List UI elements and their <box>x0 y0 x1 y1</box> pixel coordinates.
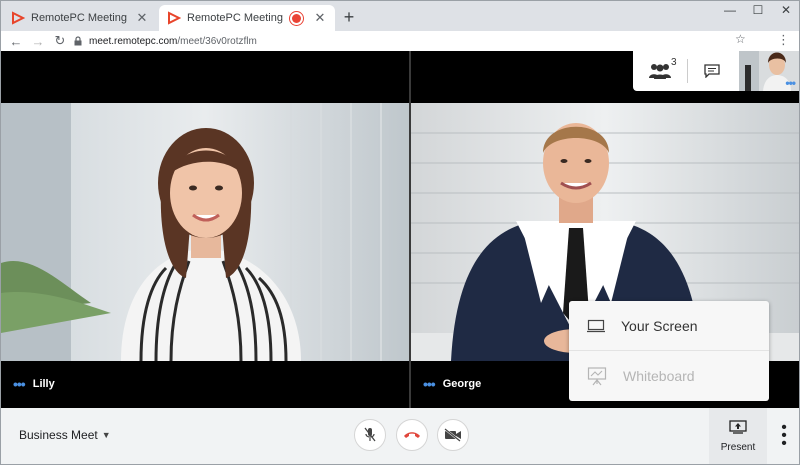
maximize-icon[interactable]: ☐ <box>745 3 771 21</box>
meeting-controls-bar: Business Meet ▼ Present • • • <box>1 408 799 464</box>
meeting-name-dropdown[interactable]: Business Meet ▼ <box>19 428 111 442</box>
address-bar[interactable]: meet.remotepc.com/meet/36v0rotzflm <box>73 33 763 49</box>
present-your-screen-option[interactable]: Your Screen <box>569 301 769 351</box>
browser-tab-active[interactable]: RemotePC Meeting ✕ <box>159 5 335 31</box>
participant-name-label: ••• George <box>423 376 481 392</box>
present-menu: Your Screen Whiteboard <box>569 301 769 401</box>
present-button[interactable]: Present <box>709 408 767 464</box>
close-icon[interactable]: ✕ <box>135 10 149 26</box>
meeting-top-panel: 3 ••• <box>633 51 799 91</box>
hang-up-icon <box>404 432 420 438</box>
participant-name-label: ••• Lilly <box>13 376 55 392</box>
forward-arrow-icon[interactable]: → <box>27 34 49 49</box>
meeting-name: Business Meet <box>19 428 98 442</box>
tab-title: RemotePC Meeting <box>31 12 127 24</box>
window-close-icon[interactable]: ✕ <box>773 3 799 21</box>
present-screen-icon <box>729 419 747 434</box>
audio-activity-icon: ••• <box>13 376 26 392</box>
lock-icon <box>74 36 82 46</box>
end-call-button[interactable] <box>396 419 428 451</box>
remotepc-logo-icon <box>12 11 25 25</box>
back-arrow-icon[interactable]: ← <box>5 34 27 49</box>
camera-off-icon <box>444 428 461 442</box>
participant-name: George <box>442 378 482 390</box>
browser-tab[interactable]: RemotePC Meeting ✕ <box>3 5 157 31</box>
menu-item-label: Whiteboard <box>623 368 695 384</box>
present-whiteboard-option[interactable]: Whiteboard <box>569 351 769 401</box>
participant-name: Lilly <box>32 378 55 390</box>
browser-menu-icon[interactable]: ⋮ <box>777 32 790 48</box>
video-divider <box>409 51 411 408</box>
participants-button[interactable]: 3 <box>633 51 687 91</box>
chat-button[interactable] <box>688 51 736 91</box>
browser-tab-strip: RemotePC Meeting ✕ RemotePC Meeting ✕ + … <box>1 1 799 31</box>
tab-title: RemotePC Meeting <box>187 12 283 24</box>
microphone-off-icon <box>364 427 376 442</box>
toggle-camera-button[interactable] <box>437 419 469 451</box>
present-label: Present <box>720 441 756 453</box>
close-icon[interactable]: ✕ <box>313 10 327 26</box>
recording-icon <box>292 13 301 23</box>
people-icon <box>648 64 671 79</box>
more-options-icon[interactable]: • • • <box>779 420 789 452</box>
bookmark-star-icon[interactable]: ☆ <box>735 32 746 46</box>
audio-activity-icon: ••• <box>423 376 436 392</box>
participant-video <box>1 103 409 361</box>
meeting-stage: ••• Lilly ••• George 3 ••• Your Screen W… <box>1 51 799 408</box>
url-path: /meet/36v0rotzflm <box>177 35 257 47</box>
menu-item-label: Your Screen <box>621 317 698 334</box>
participant-count: 3 <box>671 57 677 68</box>
url-host: meet.remotepc.com <box>89 35 178 47</box>
remotepc-logo-icon <box>168 11 181 25</box>
video-tile-lilly[interactable] <box>1 103 409 361</box>
mute-microphone-button[interactable] <box>354 419 386 451</box>
browser-toolbar: ← → ↻ meet.remotepc.com/meet/36v0rotzflm… <box>1 31 799 51</box>
audio-activity-icon: ••• <box>785 76 796 90</box>
minimize-icon[interactable]: — <box>717 3 743 21</box>
chat-icon <box>703 64 720 78</box>
monitor-icon <box>587 319 605 332</box>
reload-icon[interactable]: ↻ <box>49 33 71 49</box>
whiteboard-icon <box>587 367 607 386</box>
chevron-down-icon: ▼ <box>101 430 111 440</box>
new-tab-button[interactable]: + <box>339 7 359 28</box>
self-video-thumbnail[interactable]: ••• <box>739 51 799 91</box>
